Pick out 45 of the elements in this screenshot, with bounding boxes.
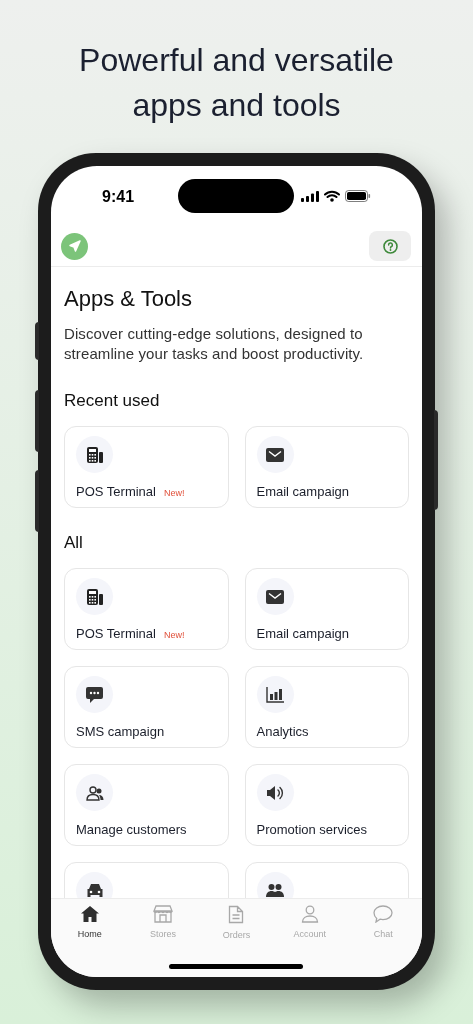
app-label: Manage customers (76, 821, 187, 839)
headline-text: Powerful and versatile (79, 41, 394, 80)
speaker-icon (266, 784, 284, 801)
home-icon (79, 905, 100, 923)
document-icon (228, 905, 245, 924)
chat-bubble-icon (86, 686, 103, 703)
new-label: New! (163, 487, 185, 500)
battery-icon (345, 190, 371, 202)
person-icon (300, 905, 319, 923)
status-time: 9:41 (102, 186, 135, 207)
section-title: All (64, 532, 84, 554)
app-label: POS Terminal (76, 483, 156, 501)
page-description: Discover cutting-edge solutions, designed to streamline your tasks and boost productivity. (64, 324, 365, 364)
app-card[interactable]: Email campaign (244, 568, 409, 650)
app-card[interactable]: Email campaign (244, 426, 409, 508)
headline-text: apps and tools (132, 86, 341, 125)
card-terminal-icon (85, 587, 104, 606)
help-button[interactable] (369, 231, 411, 261)
app-label: Email campaign (256, 483, 349, 501)
app-label: Promotion services (256, 821, 368, 839)
app-label: POS Terminal (76, 625, 156, 643)
people-icon (266, 882, 284, 898)
envelope-icon (266, 589, 284, 604)
signal-icon (301, 190, 319, 202)
app-label: Email campaign (256, 625, 349, 643)
bar-chart-icon (266, 686, 284, 703)
storefront-icon (153, 905, 174, 923)
app-card[interactable]: Manage customers (64, 764, 229, 846)
page-title: Apps & Tools (64, 285, 193, 313)
new-label: New! (163, 629, 185, 642)
card-terminal-icon (85, 445, 104, 464)
help-icon (382, 238, 398, 254)
app-card[interactable]: Analytics (244, 666, 409, 748)
tab-item[interactable]: Home (59, 905, 120, 945)
app-card[interactable]: Promotion services (244, 764, 409, 846)
speech-bubble-icon (373, 905, 394, 923)
wifi-icon (324, 190, 340, 202)
app-card[interactable]: POS Terminal New! (64, 568, 229, 650)
app-card[interactable]: POS Terminal New! (64, 426, 229, 508)
envelope-icon (266, 447, 284, 462)
users-icon (85, 784, 104, 801)
app-card[interactable]: SMS campaign (64, 666, 229, 748)
app-label: Analytics (256, 723, 309, 741)
section-title: Recent used (64, 390, 161, 412)
app-label: SMS campaign (76, 723, 165, 741)
